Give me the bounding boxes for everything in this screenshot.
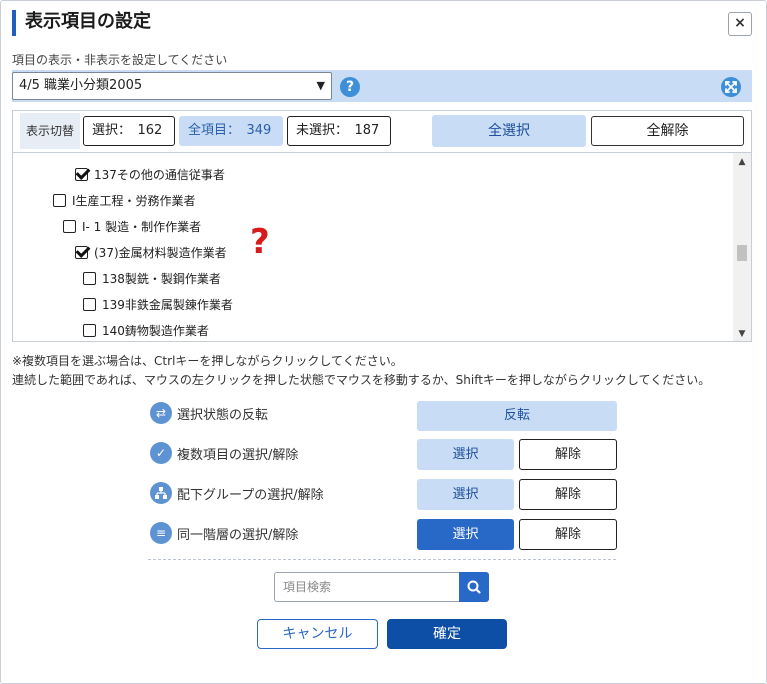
multi-select-label: 複数項目の選択/解除: [177, 448, 299, 463]
level-select-label: 同一階層の選択/解除: [177, 528, 299, 543]
level-select-button[interactable]: 選択: [417, 519, 514, 550]
group-deselect-button[interactable]: 解除: [519, 479, 617, 510]
group-select-label: 配下グループの選択/解除: [177, 488, 324, 503]
tree-item-label: 140鋳物製造作業者: [102, 324, 209, 338]
invert-button[interactable]: 反転: [417, 401, 617, 431]
tree-item-label: I生産工程・労務作業者: [72, 194, 196, 208]
group-select-button[interactable]: 選択: [417, 479, 514, 510]
select-all-button[interactable]: 全選択: [432, 115, 586, 147]
checkbox-checked[interactable]: [75, 168, 88, 181]
layers-icon: ≡: [150, 522, 172, 544]
tree-item-label: 139非鉄金属製錬作業者: [102, 298, 233, 312]
level-deselect-button[interactable]: 解除: [519, 519, 617, 550]
search-input[interactable]: 項目検索: [274, 572, 460, 602]
dialog-subtitle: 項目の表示・非表示を設定してください: [12, 53, 228, 67]
tree-item-label: 138製銑・製鋼作業者: [102, 272, 221, 286]
tree-item[interactable]: I生産工程・労務作業者: [53, 189, 196, 213]
expand-icon[interactable]: [721, 77, 741, 97]
title-accent-bar: [12, 10, 16, 36]
search-icon: [467, 580, 481, 594]
tree-item[interactable]: (37)金属材料製造作業者: [75, 241, 227, 265]
checkbox[interactable]: [83, 272, 96, 285]
cancel-button[interactable]: キャンセル: [257, 619, 378, 649]
note-line-1: ※複数項目を選ぶ場合は、Ctrlキーを押しながらクリックしてください。: [12, 354, 403, 368]
item-tree-list: 137その他の通信従事者 I生産工程・労務作業者 I- 1 製造・制作作業者 (…: [12, 152, 752, 342]
note-line-2: 連続した範囲であれば、マウスの左クリックを押した状態でマウスを移動するか、Shi…: [12, 373, 711, 387]
multi-deselect-button[interactable]: 解除: [519, 439, 617, 470]
scroll-down-icon[interactable]: ▼: [733, 329, 751, 339]
tree-item[interactable]: 140鋳物製造作業者: [83, 319, 209, 341]
dialog-title: 表示項目の設定: [25, 11, 151, 32]
multi-select-button[interactable]: 選択: [417, 439, 514, 470]
tree-item[interactable]: 139非鉄金属製錬作業者: [83, 293, 233, 317]
tree-item-label: I- 1 製造・制作作業者: [82, 220, 202, 234]
unselected-count-button[interactable]: 未選択： 187: [287, 116, 391, 146]
scroll-up-icon[interactable]: ▲: [733, 157, 751, 167]
search-button[interactable]: [459, 572, 489, 602]
category-select-value: 4/5 職業小分類2005: [19, 78, 143, 93]
checkbox[interactable]: [83, 324, 96, 337]
checkbox-checked[interactable]: [75, 246, 88, 259]
tree-item[interactable]: I- 1 製造・制作作業者: [63, 215, 201, 239]
tree-item[interactable]: 137その他の通信従事者: [75, 163, 225, 187]
confirm-button[interactable]: 確定: [387, 619, 507, 649]
annotation-question-mark: ?: [250, 222, 270, 262]
display-toggle-label: 表示切替: [20, 113, 80, 149]
check-circle-icon: ✓: [150, 442, 172, 464]
tree-item-label: (37)金属材料製造作業者: [94, 246, 227, 260]
category-select[interactable]: 4/5 職業小分類2005 ▼: [12, 72, 332, 100]
section-divider: [148, 559, 616, 560]
checkbox[interactable]: [53, 194, 66, 207]
invert-label: 選択状態の反転: [177, 408, 269, 423]
invert-icon: ⇄: [150, 402, 172, 424]
checkbox[interactable]: [63, 220, 76, 233]
checkbox[interactable]: [83, 298, 96, 311]
chevron-down-icon: ▼: [316, 79, 325, 92]
list-scrollbar[interactable]: ▲ ▼: [733, 153, 751, 341]
clear-all-button[interactable]: 全解除: [591, 116, 744, 146]
selected-count-button[interactable]: 選択： 162: [83, 116, 175, 146]
tree-item[interactable]: 138製銑・製鋼作業者: [83, 267, 221, 291]
group-tree-icon: [150, 482, 172, 504]
tree-item-label: 137その他の通信従事者: [94, 168, 225, 182]
scroll-thumb[interactable]: [737, 245, 747, 261]
search-input-placeholder: 項目検索: [283, 580, 332, 594]
help-icon[interactable]: ?: [340, 77, 360, 97]
close-button[interactable]: ×: [728, 12, 752, 36]
all-items-count-button[interactable]: 全項目： 349: [179, 116, 283, 146]
